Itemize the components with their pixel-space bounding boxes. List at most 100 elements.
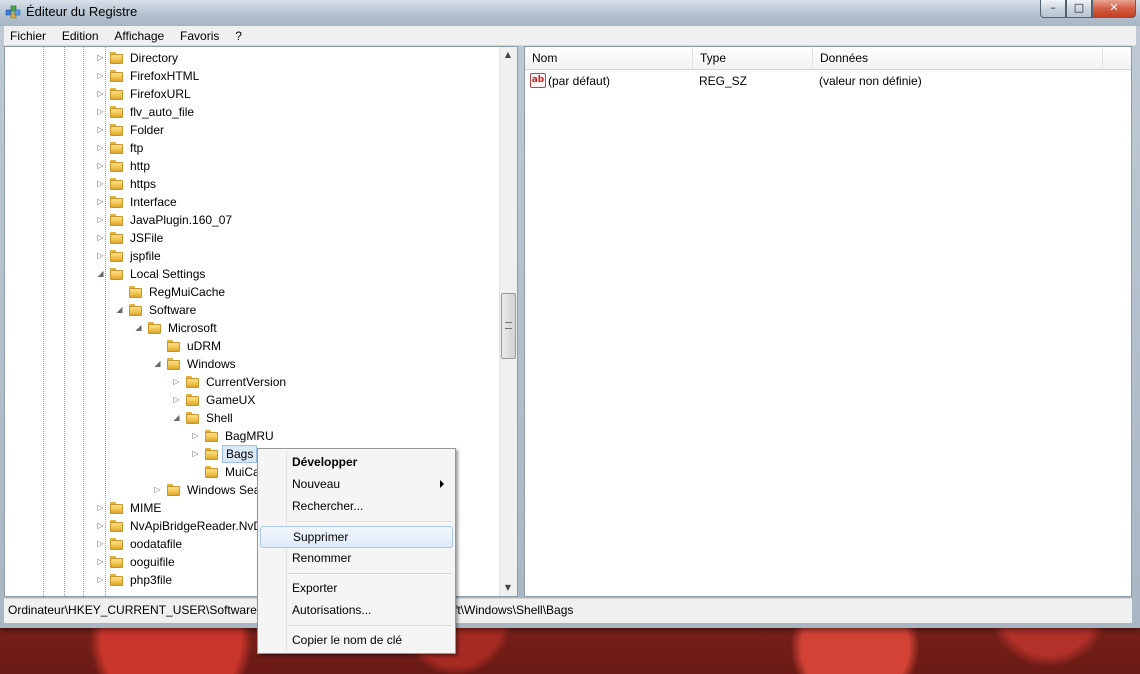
tree-item[interactable]: ▷ ftp — [95, 139, 146, 157]
tree-item-label: Directory — [130, 51, 179, 65]
context-menu: Développer Nouveau Rechercher... Supprim… — [257, 448, 456, 654]
value-type: REG_SZ — [699, 74, 748, 88]
column-header-type[interactable]: Type — [693, 47, 813, 69]
tree-item[interactable]: ◢ Local Settings — [95, 265, 208, 283]
tree-vertical-scrollbar[interactable]: ▲ ▼ — [499, 47, 517, 596]
expand-arrow-icon[interactable]: ▷ — [190, 427, 201, 445]
folder-icon — [109, 159, 125, 173]
collapse-arrow-icon[interactable]: ◢ — [133, 319, 144, 337]
tree-item-label: Local Settings — [130, 267, 206, 281]
ctx-nouveau[interactable]: Nouveau — [260, 473, 453, 495]
tree-item[interactable]: RegMuiCache — [114, 283, 228, 301]
close-button[interactable]: ✕ — [1092, 0, 1136, 18]
scroll-up-arrow-icon[interactable]: ▲ — [500, 47, 516, 63]
ctx-developper[interactable]: Développer — [260, 451, 453, 473]
tree-item-label: FirefoxHTML — [130, 69, 200, 83]
menu-favoris[interactable]: Favoris — [174, 26, 225, 45]
reg-sz-value-icon: ab — [530, 73, 546, 88]
menu-edition[interactable]: Edition — [56, 26, 105, 45]
tree-item-label: Shell — [206, 411, 233, 425]
tree-item[interactable]: ▷ CurrentVersion — [171, 373, 289, 391]
tree-item[interactable]: ▷ http — [95, 157, 153, 175]
tree-item-label: php3file — [130, 573, 173, 587]
title-bar[interactable]: Éditeur du Registre – □ ✕ — [0, 0, 1140, 26]
tree-item[interactable]: ◢ Shell — [171, 409, 236, 427]
tree-item[interactable]: ▷ FirefoxHTML — [95, 67, 202, 85]
menu-help[interactable]: ? — [229, 26, 248, 45]
menu-separator — [288, 573, 452, 575]
folder-icon — [109, 249, 125, 263]
menu-separator — [288, 521, 452, 523]
folder-icon — [109, 87, 125, 101]
tree-item-label: JSFile — [130, 231, 164, 245]
tree-item[interactable]: ▷ flv_auto_file — [95, 103, 197, 121]
folder-icon — [109, 573, 125, 587]
folder-icon — [185, 375, 201, 389]
expand-arrow-icon[interactable]: ▷ — [171, 373, 182, 391]
expand-arrow-icon[interactable]: ▷ — [171, 391, 182, 409]
tree-item[interactable]: uDRM — [152, 337, 224, 355]
tree-item-label: Windows Sear — [187, 483, 265, 497]
tree-item[interactable]: MuiCa — [190, 463, 263, 481]
tree-item-label: https — [130, 177, 157, 191]
menu-affichage[interactable]: Affichage — [108, 26, 170, 45]
value-name: (par défaut) — [548, 74, 611, 88]
tree-item[interactable]: ▷ NvApiBridgeReader.NvDr — [95, 517, 269, 535]
tree-item[interactable]: ◢ Software — [114, 301, 199, 319]
ctx-rechercher[interactable]: Rechercher... — [260, 495, 453, 517]
tree-item[interactable]: ▷ FirefoxURL — [95, 85, 194, 103]
tree-item-label: MIME — [130, 501, 162, 515]
collapse-arrow-icon[interactable]: ◢ — [114, 301, 125, 319]
folder-icon — [109, 213, 125, 227]
value-data: (valeur non définie) — [819, 74, 922, 88]
folder-icon — [204, 447, 220, 461]
tree-item-label: flv_auto_file — [130, 105, 195, 119]
window-title: Éditeur du Registre — [26, 4, 138, 19]
ctx-copier-nom-cle[interactable]: Copier le nom de clé — [260, 629, 453, 651]
folder-icon — [166, 483, 182, 497]
folder-icon — [109, 51, 125, 65]
status-key-path: Ordinateur\HKEY_CURRENT_USER\Software\Cl… — [8, 603, 279, 617]
tree-item[interactable]: ▷ oodatafile — [95, 535, 185, 553]
tree-item-label: Microsoft — [168, 321, 217, 335]
scroll-down-arrow-icon[interactable]: ▼ — [500, 580, 516, 596]
scroll-thumb[interactable] — [501, 293, 516, 359]
tree-guide-line — [105, 47, 106, 596]
tree-item[interactable]: ▷ GameUX — [171, 391, 258, 409]
collapse-arrow-icon[interactable]: ◢ — [171, 409, 182, 427]
tree-item[interactable]: ▷ php3file — [95, 571, 175, 589]
tree-item[interactable]: ▷ ooguifile — [95, 553, 178, 571]
folder-icon — [109, 231, 125, 245]
column-header-donnees[interactable]: Données — [813, 47, 1103, 69]
tree-item[interactable]: ▷ JavaPlugin.160_07 — [95, 211, 235, 229]
tree-guide-line — [64, 47, 65, 596]
expand-arrow-icon[interactable]: ▷ — [152, 481, 163, 499]
tree-item-label: RegMuiCache — [149, 285, 226, 299]
ctx-renommer[interactable]: Renommer — [260, 547, 453, 569]
registry-values-list[interactable]: Nom Type Données ab (par défaut) REG_SZ … — [524, 46, 1132, 597]
menu-fichier[interactable]: Fichier — [4, 26, 52, 45]
tree-item[interactable]: ▷ Bags — [190, 445, 258, 463]
folder-icon — [128, 303, 144, 317]
tree-item[interactable]: ▷ Windows Sear — [152, 481, 267, 499]
tree-item[interactable]: ◢ Microsoft — [133, 319, 220, 337]
tree-item-label: JavaPlugin.160_07 — [130, 213, 233, 227]
ctx-exporter[interactable]: Exporter — [260, 577, 453, 599]
registry-editor-icon — [5, 5, 21, 19]
list-item[interactable]: ab (par défaut) REG_SZ (valeur non défin… — [525, 72, 1131, 90]
folder-icon — [109, 123, 125, 137]
tree-item[interactable]: ▷ BagMRU — [190, 427, 277, 445]
tree-item[interactable]: ▷ Directory — [95, 49, 181, 67]
tree-item-label: Bags — [222, 445, 258, 463]
maximize-button[interactable]: □ — [1066, 0, 1092, 18]
ctx-autorisations[interactable]: Autorisations... — [260, 599, 453, 621]
expand-arrow-icon[interactable]: ▷ — [190, 445, 201, 463]
ctx-supprimer[interactable]: Supprimer — [260, 526, 453, 548]
tree-item[interactable]: ▷ Interface — [95, 193, 180, 211]
list-header: Nom Type Données — [525, 47, 1131, 70]
minimize-button[interactable]: – — [1040, 0, 1066, 18]
column-header-nom[interactable]: Nom — [525, 47, 693, 69]
tree-item[interactable]: ◢ Windows — [152, 355, 239, 373]
collapse-arrow-icon[interactable]: ◢ — [152, 355, 163, 373]
tree-item-label: FirefoxURL — [130, 87, 191, 101]
